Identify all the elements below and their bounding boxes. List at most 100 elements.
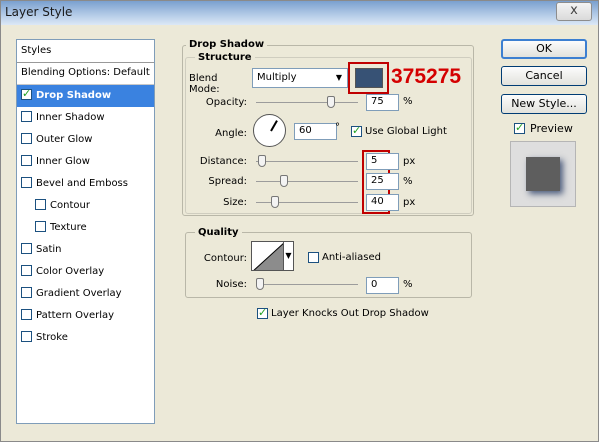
styles-item-label: Pattern Overlay (36, 310, 115, 321)
styles-item-checkbox[interactable] (21, 111, 32, 122)
close-button[interactable]: x (556, 2, 592, 21)
anti-aliased-checkbox[interactable] (308, 252, 319, 263)
knockout-label[interactable]: Layer Knocks Out Drop Shadow (271, 308, 429, 319)
new-style-button[interactable]: New Style... (501, 94, 587, 114)
chevron-down-icon: ▼ (285, 251, 292, 260)
styles-item[interactable]: Outer Glow (17, 129, 154, 151)
blend-mode-select[interactable]: Multiply ▼ (252, 68, 348, 88)
layer-style-dialog: Layer Style x Styles Blending Options: D… (0, 0, 599, 442)
size-label: Size: (223, 197, 247, 208)
spread-slider[interactable] (256, 181, 358, 182)
styles-item-checkbox[interactable] (21, 265, 32, 276)
styles-item-label: Outer Glow (36, 134, 93, 145)
contour-dropdown-arrow[interactable]: ▼ (284, 241, 294, 271)
styles-item-label: Texture (50, 222, 87, 233)
distance-label: Distance: (199, 156, 247, 167)
styles-item-label: Drop Shadow (36, 90, 112, 101)
linear-contour-icon (253, 243, 283, 270)
close-icon: x (570, 3, 578, 18)
ok-button[interactable]: OK (501, 39, 587, 59)
styles-item-label: Inner Shadow (36, 112, 105, 123)
styles-item[interactable]: Contour (17, 195, 154, 217)
styles-item-checkbox[interactable] (21, 87, 32, 100)
noise-slider[interactable] (256, 284, 358, 285)
style-preview-thumbnail (510, 141, 576, 207)
preview-square (526, 157, 560, 191)
styles-item[interactable]: Gradient Overlay (17, 283, 154, 305)
chevron-down-icon: ▼ (335, 73, 343, 82)
styles-item-checkbox[interactable] (21, 309, 32, 320)
quality-title: Quality (195, 227, 242, 238)
noise-input[interactable]: 0 (366, 277, 399, 294)
distance-slider[interactable] (256, 161, 358, 162)
styles-item-label: Blending Options: Default (21, 67, 150, 78)
styles-item-checkbox[interactable] (35, 199, 46, 210)
angle-label: Angle: (215, 128, 247, 139)
contour-label: Contour: (203, 253, 247, 264)
styles-item[interactable]: Inner Shadow (17, 107, 154, 129)
spread-slider-thumb[interactable] (279, 175, 288, 187)
styles-item[interactable]: Texture (17, 217, 154, 239)
opacity-unit: % (403, 96, 413, 107)
size-unit: px (403, 197, 416, 208)
preview-checkbox[interactable] (514, 121, 525, 134)
knockout-checkbox[interactable] (257, 306, 268, 319)
size-slider-thumb[interactable] (271, 196, 280, 208)
styles-item-label: Color Overlay (36, 266, 105, 277)
noise-unit: % (403, 279, 413, 290)
opacity-input[interactable]: 75 (366, 94, 399, 111)
contour-picker[interactable] (251, 241, 284, 271)
noise-slider-thumb[interactable] (256, 278, 264, 290)
styles-item-checkbox[interactable] (21, 133, 32, 144)
styles-item[interactable]: Inner Glow (17, 151, 154, 173)
noise-label: Noise: (215, 279, 247, 290)
opacity-label: Opacity: (205, 97, 247, 108)
styles-item-label: Stroke (36, 332, 68, 343)
cancel-button[interactable]: Cancel (501, 66, 587, 86)
blend-mode-label: Blend Mode: (189, 73, 220, 95)
styles-item[interactable]: Stroke (17, 327, 154, 349)
styles-header[interactable]: Styles (17, 40, 154, 63)
styles-item-checkbox[interactable] (21, 331, 32, 342)
spread-label: Spread: (208, 176, 247, 187)
blend-mode-value: Multiply (257, 72, 297, 83)
styles-item[interactable]: Blending Options: Default (17, 63, 154, 85)
degree-symbol: ° (335, 122, 340, 133)
styles-item[interactable]: Bevel and Emboss (17, 173, 154, 195)
opacity-slider[interactable] (256, 102, 358, 103)
styles-item-checkbox[interactable] (21, 243, 32, 254)
shadow-color-swatch[interactable] (355, 68, 383, 88)
opacity-slider-thumb[interactable] (326, 96, 335, 108)
color-hex-annotation: 375275 (391, 65, 462, 88)
styles-list: Styles Blending Options: Default Drop Sha… (16, 39, 155, 424)
angle-dial[interactable] (253, 114, 286, 147)
use-global-light-label[interactable]: Use Global Light (365, 126, 447, 137)
styles-item[interactable]: Pattern Overlay (17, 305, 154, 327)
drop-shadow-title: Drop Shadow (186, 39, 268, 50)
spread-unit: % (403, 176, 413, 187)
anti-aliased-label[interactable]: Anti-aliased (322, 252, 381, 263)
structure-title: Structure (195, 52, 255, 63)
window-title: Layer Style (5, 5, 73, 19)
styles-item-label: Satin (36, 244, 62, 255)
styles-item-label: Inner Glow (36, 156, 90, 167)
styles-item-label: Bevel and Emboss (36, 178, 128, 189)
distance-input[interactable]: 5 (366, 153, 399, 170)
styles-item[interactable]: Drop Shadow (17, 85, 154, 107)
preview-label[interactable]: Preview (530, 122, 573, 135)
title-bar: Layer Style x (1, 1, 598, 25)
use-global-light-checkbox[interactable] (351, 124, 362, 137)
styles-item-checkbox[interactable] (21, 177, 32, 188)
angle-dial-hand (270, 120, 278, 132)
styles-item-checkbox[interactable] (21, 287, 32, 298)
spread-input[interactable]: 25 (366, 173, 399, 190)
styles-item-checkbox[interactable] (21, 155, 32, 166)
size-input[interactable]: 40 (366, 194, 399, 211)
styles-item[interactable]: Color Overlay (17, 261, 154, 283)
distance-unit: px (403, 156, 416, 167)
styles-item-label: Gradient Overlay (36, 288, 122, 299)
styles-item[interactable]: Satin (17, 239, 154, 261)
angle-input[interactable]: 60 (294, 123, 337, 140)
distance-slider-thumb[interactable] (257, 155, 266, 167)
styles-item-checkbox[interactable] (35, 221, 46, 232)
